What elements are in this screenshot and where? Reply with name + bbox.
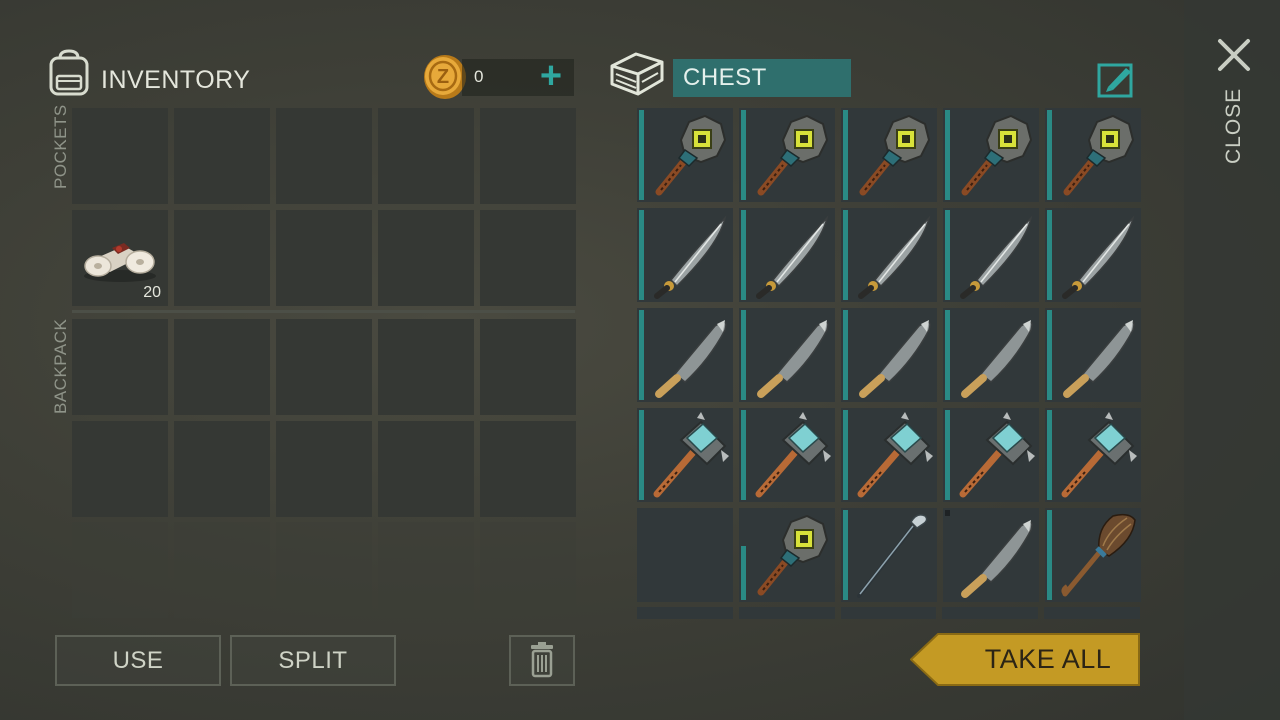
- chest-slot[interactable]: [943, 108, 1039, 202]
- pocket-slot[interactable]: [276, 108, 372, 204]
- backpack-slot[interactable]: [480, 319, 576, 415]
- chest-next-row: [637, 607, 1140, 619]
- chest-slot[interactable]: [637, 208, 733, 302]
- locked-slot: [276, 522, 372, 618]
- take-all-label: TAKE ALL: [984, 644, 1112, 674]
- chest-slot[interactable]: [1045, 408, 1141, 502]
- machete-icon: [859, 320, 931, 398]
- split-button[interactable]: SPLIT: [230, 635, 396, 686]
- machete-icon: [1063, 320, 1135, 398]
- stone-mace-icon: [961, 114, 1033, 196]
- section-divider: [72, 310, 575, 313]
- chest-grid: [637, 108, 1141, 608]
- sledgehammer-icon: [1061, 412, 1137, 498]
- chest-slot[interactable]: [637, 408, 733, 502]
- use-button[interactable]: USE: [55, 635, 221, 686]
- trash-button[interactable]: [509, 635, 575, 686]
- chest-icon: [610, 52, 664, 96]
- chest-title: CHEST: [673, 59, 851, 97]
- backpack-slot[interactable]: [72, 319, 168, 415]
- curved-sword-icon: [1062, 215, 1135, 299]
- pocket-slot[interactable]: 20: [72, 210, 168, 306]
- broom-icon: [1061, 513, 1136, 597]
- chest-slot[interactable]: [637, 308, 733, 402]
- pocket-slot[interactable]: [72, 108, 168, 204]
- curved-sword-icon: [756, 215, 829, 299]
- machete-icon: [961, 520, 1033, 598]
- stone-mace-icon: [655, 114, 727, 196]
- backpack-label: BACKPACK: [51, 318, 70, 414]
- chest-slot[interactable]: [841, 308, 937, 402]
- chest-slot[interactable]: [739, 108, 835, 202]
- pockets-label: POCKETS: [51, 104, 70, 189]
- pocket-slot[interactable]: [276, 210, 372, 306]
- chest-slot[interactable]: [841, 408, 937, 502]
- curved-sword-icon: [960, 215, 1033, 299]
- pocket-slot[interactable]: [174, 108, 270, 204]
- chest-slot[interactable]: [1045, 108, 1141, 202]
- sledgehammer-icon: [857, 412, 933, 498]
- sledgehammer-icon: [653, 412, 729, 498]
- pocket-slot[interactable]: [174, 210, 270, 306]
- chest-slot[interactable]: [841, 508, 937, 602]
- chest-slot[interactable]: [943, 308, 1039, 402]
- sledgehammer-icon: [755, 412, 831, 498]
- backpack-icon: [49, 49, 89, 96]
- backpack-slot[interactable]: [378, 319, 474, 415]
- chest-slot[interactable]: [637, 108, 733, 202]
- pocket-slot[interactable]: [378, 210, 474, 306]
- backpack-grid: [72, 319, 576, 517]
- inventory-title: INVENTORY: [101, 66, 251, 94]
- golf-club-icon: [857, 514, 928, 598]
- backpack-slot[interactable]: [72, 421, 168, 517]
- pocket-slot[interactable]: [480, 108, 576, 204]
- chest-slot[interactable]: [739, 308, 835, 402]
- chest-slot[interactable]: [1045, 208, 1141, 302]
- stone-mace-icon: [859, 114, 931, 196]
- locked-slot: [174, 522, 270, 618]
- locked-slot: [72, 522, 168, 618]
- pockets-grid: 20: [72, 108, 576, 306]
- sledgehammer-icon: [959, 412, 1035, 498]
- chest-slot[interactable]: [943, 208, 1039, 302]
- stone-mace-icon: [757, 514, 829, 596]
- edit-icon[interactable]: [1096, 59, 1136, 99]
- backpack-slot[interactable]: [378, 421, 474, 517]
- backpack-slot[interactable]: [276, 421, 372, 517]
- close-icon[interactable]: [1214, 35, 1254, 75]
- chest-slot[interactable]: [739, 508, 835, 602]
- locked-slot: [480, 522, 576, 618]
- add-coins-button[interactable]: +: [535, 57, 567, 96]
- machete-icon: [655, 320, 727, 398]
- backpack-slot[interactable]: [276, 319, 372, 415]
- chest-slot[interactable]: [739, 408, 835, 502]
- chest-slot[interactable]: [943, 508, 1039, 602]
- backpack-slot[interactable]: [174, 319, 270, 415]
- locked-slot: [378, 522, 474, 618]
- stone-mace-icon: [757, 114, 829, 196]
- stone-mace-icon: [1063, 114, 1135, 196]
- svg-text:Z: Z: [437, 66, 449, 88]
- curved-sword-icon: [654, 215, 727, 299]
- backpack-locked-row: [72, 522, 576, 618]
- chest-slot[interactable]: [943, 408, 1039, 502]
- trash-icon: [531, 642, 553, 678]
- chest-slot[interactable]: [1045, 508, 1141, 602]
- curved-sword-icon: [858, 215, 931, 299]
- close-button[interactable]: CLOSE: [1222, 88, 1246, 164]
- pocket-slot[interactable]: [378, 108, 474, 204]
- item-quantity: 20: [143, 284, 161, 301]
- pocket-slot[interactable]: [480, 210, 576, 306]
- machete-icon: [961, 320, 1033, 398]
- chest-slot-empty[interactable]: [637, 508, 733, 602]
- backpack-slot[interactable]: [480, 421, 576, 517]
- chest-slot[interactable]: [841, 108, 937, 202]
- chest-slot[interactable]: [1045, 308, 1141, 402]
- machete-icon: [757, 320, 829, 398]
- backpack-slot[interactable]: [174, 421, 270, 517]
- chest-slot[interactable]: [841, 208, 937, 302]
- chest-slot[interactable]: [739, 208, 835, 302]
- coin-count: 0: [474, 67, 484, 86]
